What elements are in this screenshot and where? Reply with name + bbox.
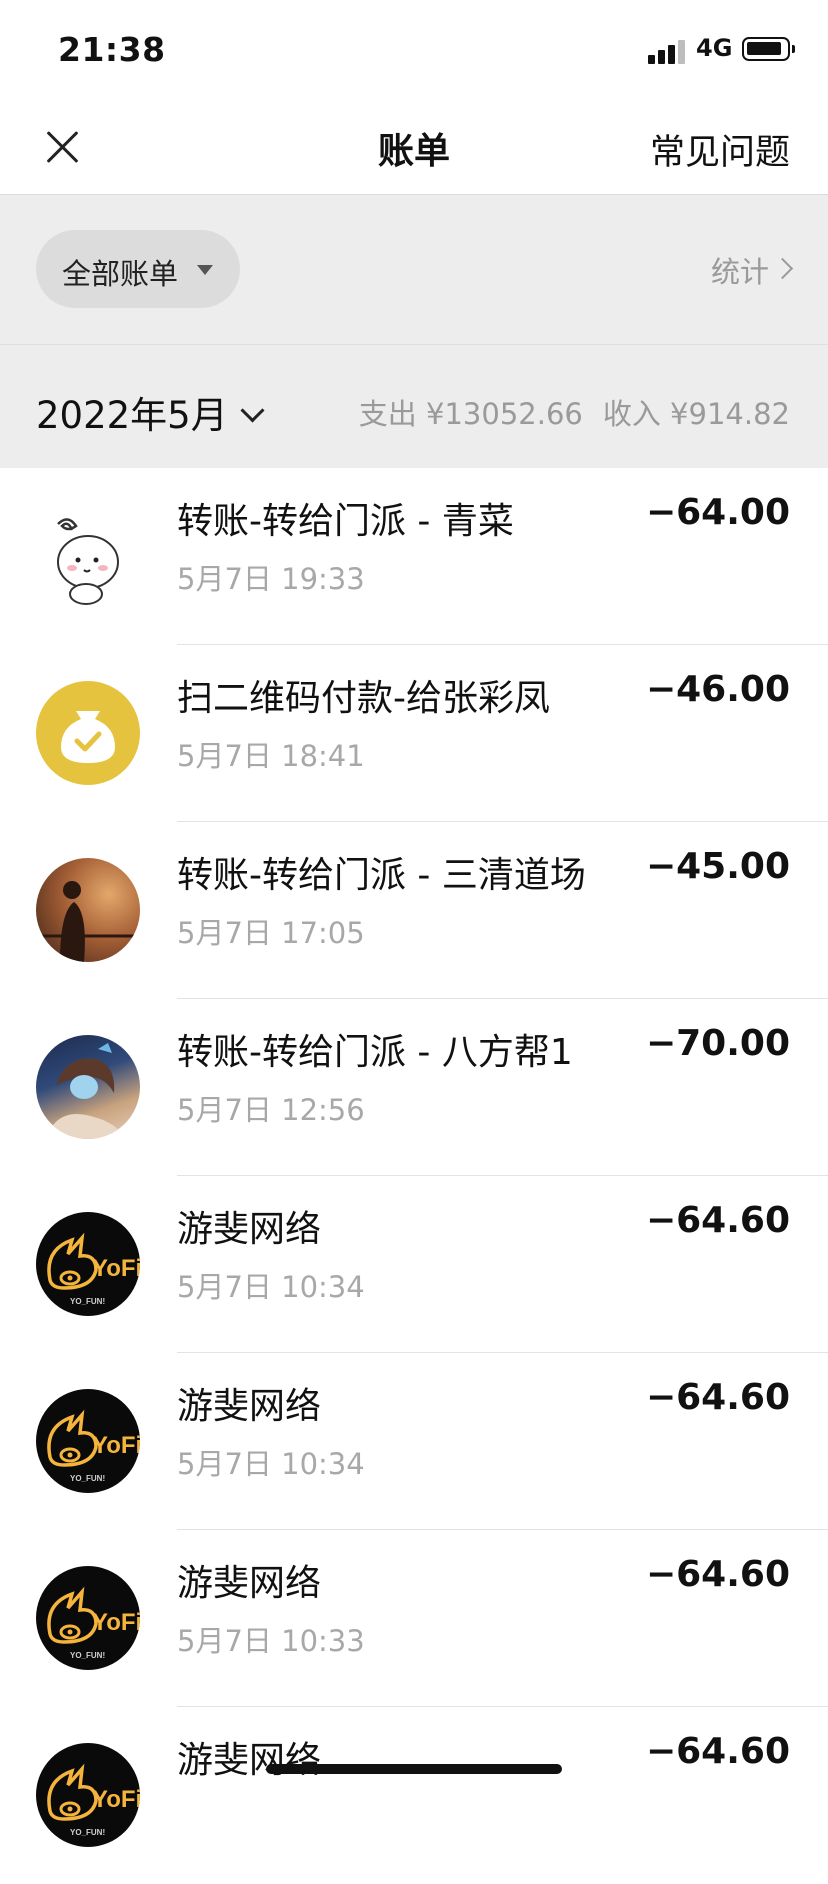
bill-row[interactable]: 扫二维码付款-给张彩凤 5月7日 18:41 −46.00 (0, 645, 828, 822)
battery-icon (742, 37, 795, 61)
svg-text:YoFi: YoFi (92, 1609, 140, 1636)
svg-text:YO_FUN!: YO_FUN! (70, 1651, 105, 1660)
cartoon-avatar (36, 504, 140, 608)
svg-text:YoFi: YoFi (92, 1432, 140, 1459)
faq-link[interactable]: 常见问题 (650, 124, 790, 175)
status-time: 21:38 (58, 30, 166, 69)
bill-row[interactable]: YoFi YO_FUN! 游斐网络 5月7日 10:34 −64.60 (0, 1176, 828, 1353)
bill-row[interactable]: 转账-转给门派 - 三清道场 5月7日 17:05 −45.00 (0, 822, 828, 999)
expense-total: 支出 ¥13052.66 (358, 397, 583, 431)
svg-text:YoFi: YoFi (92, 1786, 140, 1813)
money-bag-avatar (36, 681, 140, 785)
bill-time: 5月7日 12:56 (177, 1093, 365, 1127)
silhouette-avatar (36, 858, 140, 962)
signal-icon (648, 36, 688, 64)
home-indicator (266, 1764, 562, 1774)
bill-row[interactable]: YoFi YO_FUN! 游斐网络 5月7日 10:34 −64.60 (0, 1353, 828, 1530)
chevron-right-icon (771, 257, 794, 279)
month-selector[interactable]: 2022年5月 (36, 385, 265, 439)
bill-type-filter-button[interactable]: 全部账单 (36, 230, 240, 308)
bill-title: 游斐网络 (177, 1563, 322, 1604)
statistics-link[interactable]: 统计 (710, 249, 794, 291)
yofi-logo-avatar: YoFi YO_FUN! (36, 1212, 140, 1316)
bill-title: 转账-转给门派 - 青菜 (177, 501, 514, 542)
bill-time: 5月7日 19:33 (177, 562, 365, 596)
yofi-logo-avatar: YoFi YO_FUN! (36, 1389, 140, 1493)
status-bar: 21:38 4G (0, 0, 828, 100)
yofi-logo-avatar: YoFi YO_FUN! (36, 1743, 140, 1847)
bill-time: 5月7日 17:05 (177, 916, 365, 950)
bill-amount: −64.60 (645, 1731, 790, 1772)
bill-time: 5月7日 18:41 (177, 739, 365, 773)
caret-down-icon (197, 265, 213, 275)
bill-title: 转账-转给门派 - 八方帮1 (177, 1032, 573, 1073)
bill-title: 扫二维码付款-给张彩凤 (177, 678, 550, 719)
bill-amount: −64.00 (645, 492, 790, 533)
network-type: 4G (696, 34, 733, 62)
nav-bar: 账单 常见问题 (0, 100, 828, 195)
bill-row[interactable]: YoFi YO_FUN! 游斐网络 −64.60 (0, 1707, 828, 1884)
income-total: 收入 ¥914.82 (602, 397, 790, 431)
bill-amount: −64.60 (645, 1554, 790, 1595)
bill-amount: −64.60 (645, 1200, 790, 1241)
bill-row[interactable]: 转账-转给门派 - 八方帮1 5月7日 12:56 −70.00 (0, 999, 828, 1176)
bill-amount: −45.00 (645, 846, 790, 887)
bill-amount: −64.60 (645, 1377, 790, 1418)
month-summary: 支出 ¥13052.66 收入 ¥914.82 (359, 391, 790, 433)
bill-time: 5月7日 10:34 (177, 1270, 365, 1304)
yofi-logo-avatar: YoFi YO_FUN! (36, 1566, 140, 1670)
filter-label: 全部账单 (62, 257, 179, 291)
statistics-label: 统计 (710, 255, 769, 289)
bill-title: 游斐网络 (177, 1209, 322, 1250)
bill-title: 游斐网络 (177, 1740, 322, 1781)
bill-time: 5月7日 10:33 (177, 1624, 365, 1658)
month-header: 2022年5月 支出 ¥13052.66 收入 ¥914.82 (0, 345, 828, 468)
anime-avatar (36, 1035, 140, 1139)
month-label: 2022年5月 (36, 394, 228, 437)
bill-row[interactable]: YoFi YO_FUN! 游斐网络 5月7日 10:33 −64.60 (0, 1530, 828, 1707)
bill-amount: −46.00 (645, 669, 790, 710)
svg-text:YO_FUN!: YO_FUN! (70, 1297, 105, 1306)
chevron-down-icon (240, 398, 265, 423)
bill-title: 转账-转给门派 - 三清道场 (177, 855, 586, 896)
svg-text:YO_FUN!: YO_FUN! (70, 1828, 105, 1837)
svg-text:YO_FUN!: YO_FUN! (70, 1474, 105, 1483)
bill-time: 5月7日 10:34 (177, 1447, 365, 1481)
filter-bar: 全部账单 统计 (0, 195, 828, 345)
bill-row[interactable]: 转账-转给门派 - 青菜 5月7日 19:33 −64.00 (0, 468, 828, 645)
bill-amount: −70.00 (645, 1023, 790, 1064)
bill-title: 游斐网络 (177, 1386, 322, 1427)
bill-list: 转账-转给门派 - 青菜 5月7日 19:33 −64.00 扫二维码付款-给张… (0, 468, 828, 1884)
svg-text:YoFi: YoFi (92, 1255, 140, 1282)
